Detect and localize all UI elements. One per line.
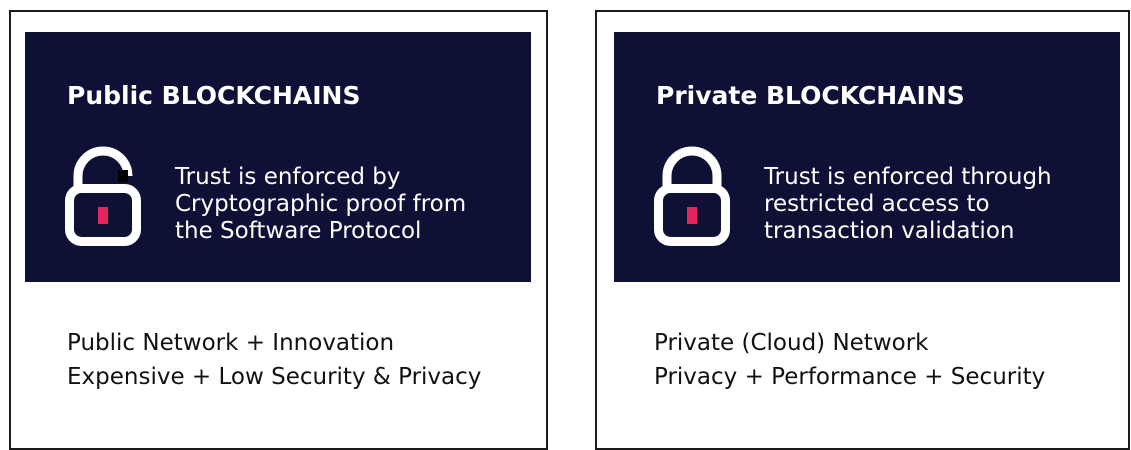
description-line: restricted access to xyxy=(764,191,990,217)
private-blockchain-card: Private BLOCKCHAINS Trust is enforced th… xyxy=(595,10,1130,450)
locked-padlock-icon xyxy=(654,146,730,246)
summary-line: Privacy + Performance + Security xyxy=(654,364,1046,390)
description-line: the Software Protocol xyxy=(175,218,422,244)
description-line: Trust is enforced through xyxy=(764,164,1052,190)
private-blockchain-title: Private BLOCKCHAINS xyxy=(656,81,965,110)
public-blockchain-description: Trust is enforced by Cryptographic proof… xyxy=(175,164,466,245)
description-line: Cryptographic proof from xyxy=(175,191,467,217)
public-blockchain-title: Public BLOCKCHAINS xyxy=(67,81,361,110)
public-blockchain-summary: Public Network + Innovation Expensive + … xyxy=(67,326,481,394)
description-line: Trust is enforced by xyxy=(175,164,401,190)
public-blockchain-panel: Public BLOCKCHAINS Trust is enforced by … xyxy=(25,32,531,282)
private-blockchain-summary: Private (Cloud) Network Privacy + Perfor… xyxy=(654,326,1045,394)
summary-line: Public Network + Innovation xyxy=(67,330,395,356)
private-blockchain-description: Trust is enforced through restricted acc… xyxy=(764,164,1052,245)
summary-line: Expensive + Low Security & Privacy xyxy=(67,364,482,390)
description-line: transaction validation xyxy=(764,218,1015,244)
summary-line: Private (Cloud) Network xyxy=(654,330,929,356)
unlocked-padlock-icon xyxy=(65,146,141,246)
private-blockchain-panel: Private BLOCKCHAINS Trust is enforced th… xyxy=(614,32,1120,282)
public-blockchain-card: Public BLOCKCHAINS Trust is enforced by … xyxy=(9,10,548,450)
